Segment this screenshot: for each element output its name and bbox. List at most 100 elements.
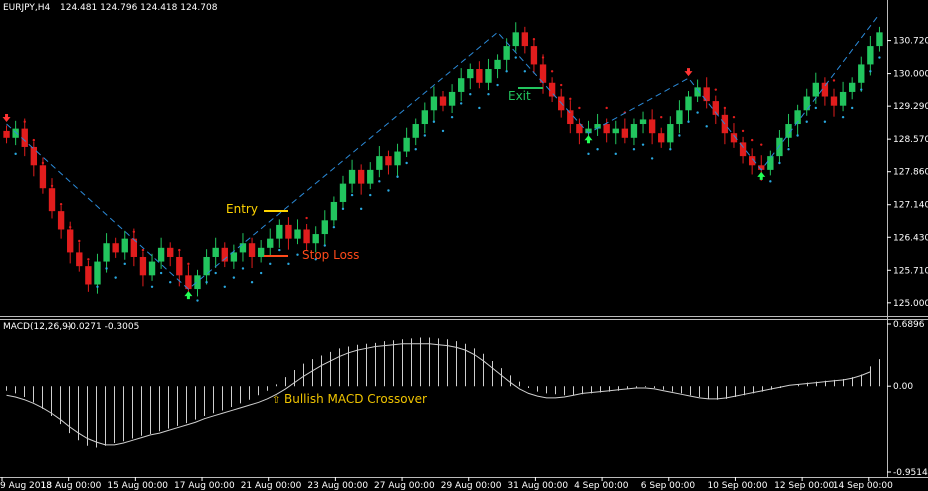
candle-body [67,229,74,253]
trailing-dot-bear [87,258,90,261]
trailing-dot-bear [660,115,663,119]
trailing-dot-bull [323,244,326,247]
trailing-dot-bear [750,138,754,142]
trailing-dot-bull [123,262,126,266]
macd-tick-label: 0.6896 [893,320,925,330]
trading-chart-window: 130.720 130.000 129.290 128.570 127.860 127.1… [0,0,928,491]
candle-body [148,261,156,276]
trailing-dot-bull [359,207,363,211]
trailing-dot-bear [32,138,36,142]
trailing-dot-bull [478,106,481,110]
chart-header-symbol: EURJPY,H4 [3,3,51,13]
trailing-dot-bull [469,93,472,96]
trailing-dot-bull [232,276,236,279]
trailing-dot-bull [705,125,708,128]
candle-body [276,224,283,239]
trailing-dot-bull [841,115,845,119]
trailing-dot-bear [560,83,563,87]
price-tick-label: 127.140 [893,201,928,211]
candle-body [876,32,883,47]
trailing-dot-bull [332,225,336,229]
candle-body [357,169,365,184]
trailing-dot-bear [714,88,717,91]
signal-arrows [2,68,766,300]
trailing-dot-bear [59,203,63,206]
down-arrow-icon [2,114,11,123]
candle-body [676,110,683,125]
candle-body [267,238,274,248]
candle-body [257,247,265,257]
candle-body [94,261,101,285]
trailing-dot-bull [778,161,781,165]
candle-body [612,128,619,134]
time-tick-label: 15 Aug 00:00 [107,481,168,491]
trailing-dot-bear [78,239,81,243]
time-tick-label: 29 Aug 00:00 [441,481,502,491]
trailing-dot-bull [650,157,654,160]
candle-body [21,128,28,147]
macd-crossover-label: Bullish MACD Crossover [284,392,427,406]
price-tick-label: 127.860 [893,168,928,178]
candle-body [294,229,301,239]
time-tick-label: 27 Aug 00:00 [374,481,435,491]
candle-body [685,96,692,111]
candle-body [321,220,328,235]
price-tick-label: 130.720 [893,37,928,47]
candle-body [458,78,465,92]
candle-body [139,256,147,276]
trailing-dot-bull [805,120,808,123]
trailing-dot-bull [796,134,799,137]
trailing-dot-bear [760,143,763,146]
trailing-dot-bull [678,134,681,137]
up-arrow-icon [757,171,766,180]
trailing-dot-bull [105,267,108,270]
candle-body [157,247,165,262]
candle-body [767,156,774,170]
candle-body [57,211,65,230]
price-tick-label: 129.290 [893,102,928,112]
candle-body [330,201,338,221]
entry-label: Entry [226,202,258,216]
time-axis[interactable]: 9 Aug 201813 Aug 00:00 15 Aug 00:00 17 Aug… [0,477,893,491]
time-tick-label: 12 Sep 00:00 [774,481,834,491]
trailing-dot-bull [860,88,863,91]
trailing-dot-bear [41,161,45,165]
candle-body [112,243,119,253]
candle-body [603,124,610,134]
candle-body [476,69,483,83]
macd-crossover-arrow-icon: ⇧ [272,395,280,406]
trailing-dot-bull [169,281,172,284]
trailing-dot-bull [869,70,872,73]
trailing-dot-bull [241,267,245,270]
macd-tick-label: -0.9514 [893,468,928,478]
zigzag-polyline [6,13,880,290]
trailing-dot-bull [14,152,17,156]
trailing-dot-bear [723,106,727,110]
price-axis[interactable]: 130.720 130.000 129.290 128.570 127.860 127.1… [887,37,928,309]
stop-loss-label: Stop Loss [302,248,359,262]
candle-body [521,32,529,47]
trailing-dot-bull [587,152,590,156]
trailing-dot-bull [769,180,772,183]
candle-body [485,69,492,83]
candle-body [76,252,83,267]
candle-body [412,124,419,138]
candle-body [103,243,110,262]
chart-canvas[interactable]: 130.720 130.000 129.290 128.570 127.860 127.1… [0,0,928,491]
time-tick-label: 31 Aug 00:00 [507,481,568,491]
trailing-dot-bull [150,285,154,288]
trailing-dot-bull [496,83,499,87]
candle-body [176,256,183,276]
trailing-dot-bull [696,111,699,114]
candle-body [848,82,856,92]
trailing-dot-bear [532,38,536,41]
candle-body [376,156,383,170]
trailing-dot-bull [632,148,636,151]
candle-body [239,243,247,253]
macd-header-values: -0.0271 -0.3005 [67,322,139,332]
trailing-dot-bull [850,106,854,110]
candle-body [630,124,638,138]
trailing-dot-bear [187,262,190,266]
candle-body [503,46,510,60]
trailing-dot-bull [487,93,490,96]
